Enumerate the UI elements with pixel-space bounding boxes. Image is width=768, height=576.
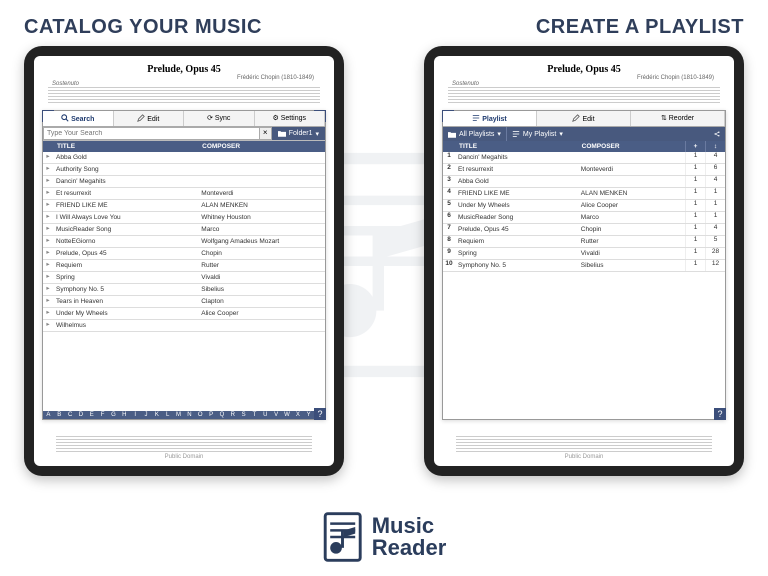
score-footer: Public Domain [442,436,726,460]
alpha-letter[interactable]: F [97,412,108,418]
heading-catalog: CATALOG YOUR MUSIC [24,16,262,39]
tab-sync[interactable]: ⟳ Sync [184,111,255,126]
tab-search[interactable]: Search [43,111,114,126]
table-row[interactable]: 3Abba Gold14 [443,176,725,188]
alphabet-index[interactable]: ABCDEFGHIJKLMNOPQRSTUVWXYZ [43,411,325,419]
alpha-letter[interactable]: V [271,412,282,418]
table-row[interactable]: ▸SpringVivaldi [43,272,325,284]
table-row[interactable]: ▸Tears in HeavenClapton [43,296,325,308]
help-icon[interactable]: ? [714,408,726,420]
alpha-letter[interactable]: U [260,412,271,418]
table-row[interactable]: 8RequiemRutter15 [443,236,725,248]
score-footer: Public Domain [42,436,326,460]
alpha-letter[interactable]: W [282,412,293,418]
search-input[interactable] [43,127,260,140]
alpha-letter[interactable]: S [238,412,249,418]
table-row[interactable]: ▸RequiemRutter [43,260,325,272]
tab-edit[interactable]: Edit [114,111,185,126]
folder-selector[interactable]: Folder1▾ [272,127,325,140]
alpha-letter[interactable]: A [43,412,54,418]
table-row[interactable]: ▸Under My WheelsAlice Cooper [43,308,325,320]
alpha-letter[interactable]: X [292,412,303,418]
alpha-letter[interactable]: L [162,412,173,418]
score-title: Prelude, Opus 45 [34,64,334,75]
table-row[interactable]: ▸Dancin' Megahits [43,176,325,188]
table-row[interactable]: 2Et resurrexitMonteverdi16 [443,164,725,176]
playlist-tablet: Prelude, Opus 45 Frédéric Chopin (1810-1… [424,46,744,476]
table-row[interactable]: 4FRIEND LIKE MEALAN MENKEN11 [443,188,725,200]
table-row[interactable]: ▸Wilhelmus [43,320,325,332]
plus-column-icon: + [685,141,705,152]
alpha-letter[interactable]: N [184,412,195,418]
tab-settings[interactable]: ⚙ Settings [255,111,326,126]
brand-logo: MusicReader [322,512,447,562]
table-row[interactable]: ▸Et resurrexitMonteverdi [43,188,325,200]
playlist-column-header: TITLE COMPOSER + ↕ [443,141,725,152]
music-staves [48,87,320,103]
alpha-letter[interactable]: R [227,412,238,418]
alpha-letter[interactable]: M [173,412,184,418]
alpha-letter[interactable]: D [76,412,87,418]
current-playlist-selector[interactable]: My Playlist▾ [506,127,568,141]
table-row[interactable]: 1Dancin' Megahits14 [443,152,725,164]
help-icon[interactable]: ? [314,408,326,420]
table-row[interactable]: ▸NotteEGiornoWolfgang Amadeus Mozart [43,236,325,248]
alpha-letter[interactable]: K [151,412,162,418]
score-title: Prelude, Opus 45 [434,64,734,75]
table-row[interactable]: 6MusicReader SongMarco11 [443,212,725,224]
alpha-letter[interactable]: B [54,412,65,418]
playlist-panel: ⊞ Playlist Edit ⇅ Reorder All Playlists▾… [442,110,726,420]
table-row[interactable]: ▸Abba Gold [43,152,325,164]
alpha-letter[interactable]: Y [303,412,314,418]
table-row[interactable]: ▸I Will Always Love YouWhitney Houston [43,212,325,224]
tab-playlist[interactable]: Playlist [443,111,537,126]
table-row[interactable]: ▸Symphony No. 5Sibelius [43,284,325,296]
table-row[interactable]: 10Symphony No. 5Sibelius112 [443,260,725,272]
alpha-letter[interactable]: E [86,412,97,418]
clear-search-button[interactable]: × [260,127,272,140]
alpha-letter[interactable]: O [195,412,206,418]
table-row[interactable]: 7Prelude, Opus 45Chopin14 [443,224,725,236]
catalog-tablet: Prelude, Opus 45 Frédéric Chopin (1810-1… [24,46,344,476]
alpha-letter[interactable]: Q [217,412,228,418]
alpha-letter[interactable]: C [65,412,76,418]
alpha-letter[interactable]: J [141,412,152,418]
share-icon[interactable] [709,127,725,141]
table-row[interactable]: ▸MusicReader SongMarco [43,224,325,236]
music-staves [448,87,720,103]
alpha-letter[interactable]: T [249,412,260,418]
alpha-letter[interactable]: P [206,412,217,418]
catalog-panel: ⊞ ✕ Search Edit ⟳ Sync ⚙ Settings × Fold… [42,110,326,420]
catalog-column-header: TITLE COMPOSER [43,141,325,152]
tab-edit[interactable]: Edit [537,111,631,126]
table-row[interactable]: ▸Authority Song [43,164,325,176]
table-row[interactable]: ▸FRIEND LIKE MEALAN MENKEN [43,200,325,212]
table-row[interactable]: ▸Prelude, Opus 45Chopin [43,248,325,260]
table-row[interactable]: 9SpringVivaldi128 [443,248,725,260]
alpha-letter[interactable]: H [119,412,130,418]
heading-playlist: CREATE A PLAYLIST [536,16,744,39]
alpha-letter[interactable]: I [130,412,141,418]
table-row[interactable]: 5Under My WheelsAlice Cooper11 [443,200,725,212]
alpha-letter[interactable]: G [108,412,119,418]
all-playlists-selector[interactable]: All Playlists▾ [443,127,506,141]
tab-reorder[interactable]: ⇅ Reorder [631,111,725,126]
